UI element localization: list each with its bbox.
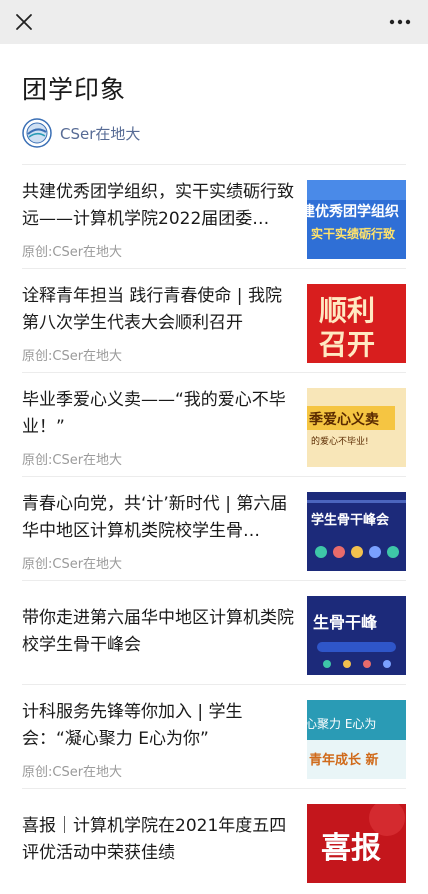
article-title: 诠释青年担当 践行青春使命 | 我院第八次学生代表大会顺利召开 xyxy=(22,286,282,333)
thumb-text: 喜报 xyxy=(321,831,381,866)
more-button[interactable] xyxy=(386,8,414,36)
thumb-text: 的爱心不毕业! xyxy=(311,435,369,447)
thumb-text: 召开 xyxy=(319,328,375,361)
article-title: 喜报｜计算机学院在2021年度五四评优活动中荣获佳绩 xyxy=(22,816,287,863)
logo-icon xyxy=(22,118,52,148)
article-title: 计科服务先锋等你加入 | 学生会：“凝心聚力 E心为你” xyxy=(22,702,243,749)
article-thumbnail: 学生骨干峰会 xyxy=(307,492,406,571)
close-icon xyxy=(16,14,32,30)
article-meta: 原创:CSer在地大 xyxy=(22,765,123,780)
article-item[interactable]: 带你走进第六届华中地区计算机类院校学生骨干峰会 生骨干峰 xyxy=(22,580,406,684)
article-title: 青春心向党，共‘计’新时代 | 第六届华中地区计算机类院校学生骨… xyxy=(22,494,288,541)
thumb-text: 青年成长 新 xyxy=(309,752,379,768)
article-title: 毕业季爱心义卖——“我的爱心不毕业！” xyxy=(22,390,286,437)
article-item[interactable]: 共建优秀团学组织，实干实绩砺行致远——计算机学院2022届团委… 原创:CSer… xyxy=(22,164,406,268)
article-meta: 原创:CSer在地大 xyxy=(22,557,123,572)
article-meta: 原创:CSer在地大 xyxy=(22,453,123,468)
article-meta: 原创:CSer在地大 xyxy=(22,245,123,260)
article-item[interactable]: 喜报｜计算机学院在2021年度五四评优活动中荣获佳绩 喜报 xyxy=(22,788,406,892)
account-link[interactable]: CSer在地大 xyxy=(22,117,140,149)
article-thumbnail: 生骨干峰 xyxy=(307,596,406,675)
thumb-text: 顺利 xyxy=(319,294,375,327)
thumb-text: 季爱心义卖 xyxy=(308,411,379,428)
thumb-text: 生骨干峰 xyxy=(313,613,378,632)
account-name: CSer在地大 xyxy=(60,124,141,143)
top-bar xyxy=(0,0,428,44)
article-item[interactable]: 诠释青年担当 践行青春使命 | 我院第八次学生代表大会顺利召开 原创:CSer在… xyxy=(22,268,406,372)
article-meta: 原创:CSer在地大 xyxy=(22,349,123,364)
thumb-text: 实干实绩砺行致 xyxy=(311,226,396,241)
article-thumbnail: 心聚力 E心为 青年成长 新 xyxy=(307,700,406,779)
article-title: 带你走进第六届华中地区计算机类院校学生骨干峰会 xyxy=(22,608,294,655)
thumb-text: 心聚力 E心为 xyxy=(307,717,376,731)
article-title: 共建优秀团学组织，实干实绩砺行致远——计算机学院2022届团委… xyxy=(22,182,294,229)
article-thumbnail: 顺利 召开 xyxy=(307,284,406,363)
article-thumbnail: 季爱心义卖 的爱心不毕业! xyxy=(307,388,406,467)
more-icon xyxy=(389,19,411,25)
article-thumbnail: 建优秀团学组织 实干实绩砺行致 xyxy=(307,180,406,259)
page-title: 团学印象 xyxy=(22,75,127,104)
article-item[interactable]: 计科服务先锋等你加入 | 学生会：“凝心聚力 E心为你” 原创:CSer在地大 … xyxy=(22,684,406,788)
close-button[interactable] xyxy=(10,8,38,36)
article-item[interactable]: 毕业季爱心义卖——“我的爱心不毕业！” 原创:CSer在地大 季爱心义卖 的爱心… xyxy=(22,372,406,476)
thumb-text: 建优秀团学组织 xyxy=(307,203,399,220)
thumb-text: 学生骨干峰会 xyxy=(311,512,390,528)
article-thumbnail: 喜报 xyxy=(307,804,406,883)
article-list: 共建优秀团学组织，实干实绩砺行致远——计算机学院2022届团委… 原创:CSer… xyxy=(22,164,406,892)
article-item[interactable]: 青春心向党，共‘计’新时代 | 第六届华中地区计算机类院校学生骨… 原创:CSe… xyxy=(22,476,406,580)
